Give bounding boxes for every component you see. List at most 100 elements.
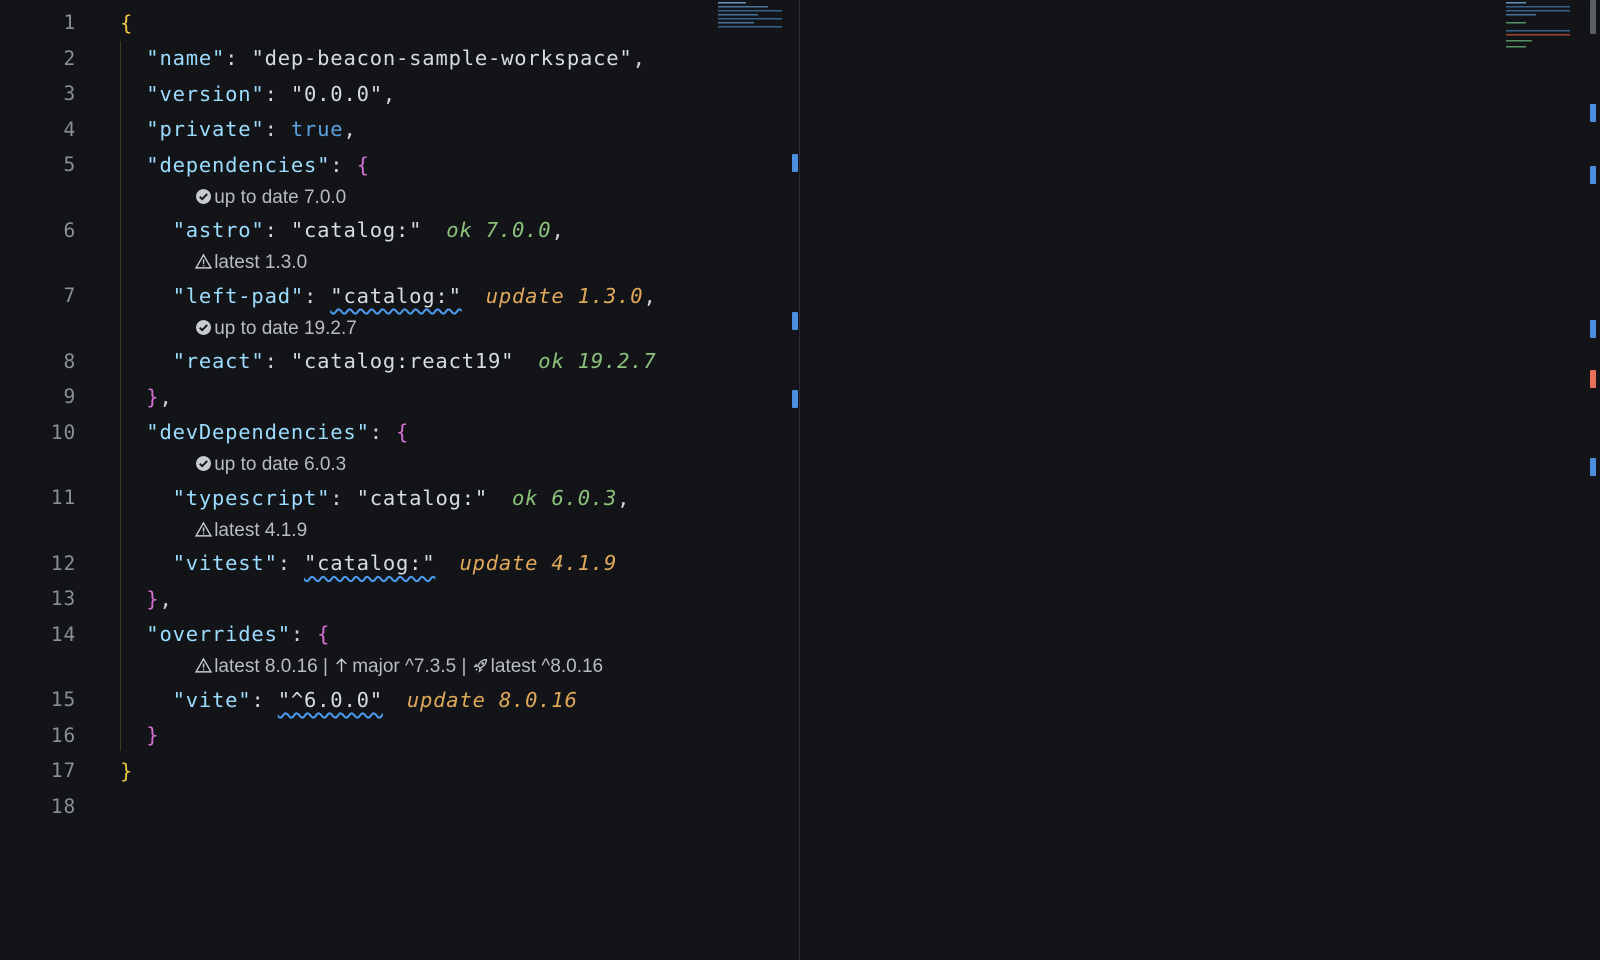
code-line[interactable]: 14 conflicts_astro_h6_4_0: — [800, 647, 1600, 683]
code-token: : — [277, 551, 305, 576]
code-token: "vitest" — [172, 551, 278, 576]
inlay-hint[interactable]: missing package or version | major ^6.0.… — [800, 783, 1600, 813]
code-line[interactable]: 17} — [0, 753, 799, 789]
code-text: { — [120, 11, 133, 35]
code-area[interactable]: 1packages:2 - "packages/*"34catalog:up t… — [800, 5, 1600, 950]
inlay-hint[interactable]: up to date 4.62.2 — [800, 920, 1600, 950]
code-line[interactable]: 5 astro: ^7.0.0ok 7.0.0 — [800, 177, 1600, 213]
code-text: } — [120, 759, 133, 783]
version-status-badge: update 1.3.0 — [485, 283, 644, 308]
version-status-badge: ok 7.0.0 — [446, 218, 552, 243]
inlay-hint[interactable]: up to date 19.2.7 — [800, 516, 1600, 546]
line-number: 5 — [63, 153, 76, 177]
code-text: "overrides": { — [120, 622, 330, 646]
code-line[interactable]: 2 - "packages/*" — [800, 41, 1600, 77]
code-token: : — [264, 117, 291, 142]
left-editor-pane[interactable]: 1{ 2 "name": "dep-beacon-sample-workspace… — [0, 0, 800, 960]
warning-triangle-icon — [195, 656, 214, 677]
inlay-hint-text: up to date 6.0.3 — [195, 454, 346, 476]
hint-fragment: latest 1.3.0 — [214, 252, 308, 273]
code-line[interactable]: 15 astro: ^6.4.0update 7.0.0 — [800, 712, 1600, 748]
code-line[interactable]: 9 — [800, 409, 1600, 445]
code-token: { — [396, 420, 410, 445]
code-line[interactable]: 1packages: — [800, 5, 1600, 41]
hint-fragment: latest ^8.0.16 — [490, 656, 604, 677]
line-number: 15 — [800, 718, 1600, 741]
code-token: , — [632, 46, 646, 71]
code-token: , — [159, 586, 173, 611]
code-token: "left-pad" — [172, 283, 304, 308]
hint-fragment: up to date 19.2.7 — [214, 317, 357, 339]
code-line[interactable]: 7 typescript: ^6.0.3ok 6.0.3 — [800, 308, 1600, 344]
code-text: "react": "catalog:react19" ok 19.2.7 — [120, 349, 657, 373]
code-token: } — [146, 586, 160, 611]
inlay-hint[interactable]: up to date 6.0.3 — [800, 278, 1600, 308]
code-line[interactable]: 17 typescript: ^5.4.0missing — [800, 813, 1600, 849]
inlay-hint[interactable]: up to date 7.0.0 — [800, 147, 1600, 177]
code-line[interactable]: 18 — [800, 849, 1600, 885]
code-text: "version": "0.0.0", — [120, 82, 396, 106]
inlay-hint-text: up to date 7.0.0 — [195, 187, 346, 209]
code-text: "devDependencies": { — [120, 420, 409, 444]
code-line[interactable]: 11 react19: — [800, 480, 1600, 516]
inlay-hint[interactable]: latest 4.1.9 | major ^4.1.9 — [800, 344, 1600, 374]
indent-guide — [120, 41, 121, 751]
line-number: 10 — [800, 451, 1600, 474]
code-line[interactable]: 10catalogs: — [800, 445, 1600, 481]
code-text: "left-pad": "catalog:" update 1.3.0, — [120, 284, 657, 308]
code-token: "dep-beacon-sample-workspace" — [251, 46, 633, 71]
version-status-badge: ok 19.2.7 — [538, 349, 657, 374]
code-token: : — [251, 687, 278, 712]
code-token: : — [304, 283, 331, 308]
code-token: : — [330, 485, 357, 510]
code-token: "react" — [172, 349, 265, 374]
check-circle-icon — [195, 187, 214, 208]
code-area[interactable]: 1{ 2 "name": "dep-beacon-sample-workspace… — [0, 5, 799, 824]
code-token: { — [317, 622, 331, 647]
code-token: "name" — [146, 46, 226, 71]
code-line[interactable]: 3 — [800, 76, 1600, 112]
code-line[interactable]: 18 — [0, 789, 799, 825]
code-token: "astro" — [172, 218, 265, 243]
line-number: 3 — [63, 82, 76, 106]
code-token: true — [290, 117, 344, 142]
code-line[interactable]: 6 left-pad: 1.1.0update 1.3.0 — [800, 243, 1600, 279]
code-line[interactable]: 19overrides: — [800, 884, 1600, 920]
rocket-icon — [472, 656, 491, 677]
right-editor-pane[interactable]: 1packages:2 - "packages/*"34catalog:up t… — [800, 0, 1600, 960]
line-number: 6 — [63, 218, 76, 242]
code-line[interactable]: 12 react: ^19.0.0ok 19.2.7 — [800, 546, 1600, 582]
code-line[interactable]: 8 vitest: ^3.0.0update 4.1.9 — [800, 374, 1600, 410]
line-number: 7 — [63, 284, 76, 308]
line-number: 1 — [800, 11, 1600, 34]
code-line[interactable]: 16 conflicts_typescript_h5_4_0: — [800, 748, 1600, 784]
check-circle-icon — [195, 454, 214, 475]
code-token: : — [369, 420, 397, 445]
line-number: 8 — [800, 380, 1600, 403]
code-text: }, — [120, 587, 173, 611]
hint-fragment: major ^7.3.5 | — [352, 656, 472, 677]
code-token: "catalog:" — [304, 551, 436, 576]
code-line[interactable]: 4catalog: — [800, 112, 1600, 148]
code-line[interactable]: 13 react-dom: ^19.0.0ok 19.2.7 — [800, 611, 1600, 647]
code-token: , — [343, 117, 357, 142]
inlay-hint[interactable]: latest 7.0.0 | major ^7.0.0 — [800, 682, 1600, 712]
line-number: 14 — [50, 622, 76, 646]
code-token: "catalog:" — [356, 485, 489, 510]
code-token: "private" — [146, 117, 265, 142]
version-status-badge: update 4.1.9 — [459, 551, 618, 576]
inlay-hint[interactable]: up to date 19.2.7 — [800, 581, 1600, 611]
code-token: , — [382, 81, 397, 106]
code-text: "dependencies": { — [120, 153, 370, 177]
inlay-hint-text: up to date 19.2.7 — [195, 318, 357, 340]
code-line[interactable]: 1{ — [0, 5, 799, 41]
line-number: 17 — [50, 759, 76, 783]
code-token: } — [146, 384, 160, 409]
line-number: 15 — [50, 688, 76, 712]
line-number: 2 — [63, 46, 76, 70]
inlay-hint[interactable]: latest 1.3.0 | patch 1.1.3 | minor 1.2.0… — [800, 213, 1600, 243]
